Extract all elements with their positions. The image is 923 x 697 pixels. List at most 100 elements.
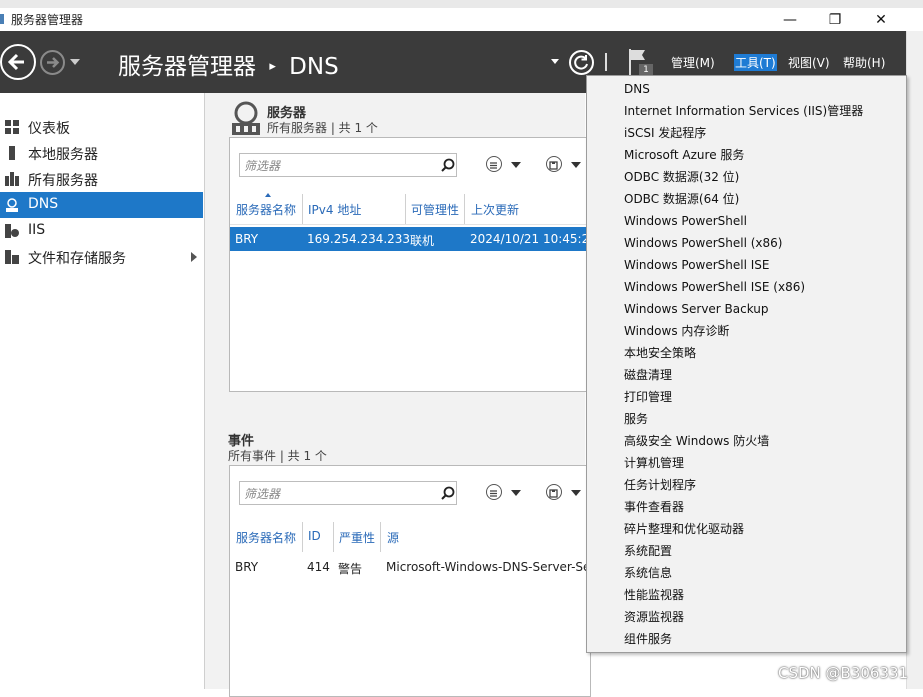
iis-icon [5, 224, 19, 238]
sidebar-item-label: 文件和存储服务 [28, 251, 126, 267]
column-divider[interactable] [333, 522, 334, 552]
menu-item-powershell-ise-x86[interactable]: Windows PowerShell ISE (x86) [624, 276, 805, 298]
save-query-button[interactable] [546, 484, 562, 500]
menu-item-dns[interactable]: DNS [624, 78, 650, 100]
column-header-server-name[interactable]: 服务器名称 [236, 201, 296, 218]
search-icon[interactable] [441, 158, 455, 172]
menu-item-event-viewer[interactable]: 事件查看器 [624, 496, 684, 518]
folder-icon [5, 250, 19, 264]
menu-item-system-information[interactable]: 系统信息 [624, 562, 672, 584]
list-view-button[interactable] [486, 156, 502, 172]
window-title: 服务器管理器 [11, 13, 84, 27]
menu-item-print-management[interactable]: 打印管理 [624, 386, 672, 408]
menu-item-powershell-ise[interactable]: Windows PowerShell ISE [624, 254, 770, 276]
sidebar-item-dns[interactable]: DNS [0, 192, 203, 218]
sidebar-item-iis[interactable]: IIS [0, 218, 203, 244]
column-divider[interactable] [405, 194, 406, 224]
list-view-dropdown-icon[interactable] [511, 490, 521, 496]
menu-item-system-configuration[interactable]: 系统配置 [624, 540, 672, 562]
menu-item-powershell-x86[interactable]: Windows PowerShell (x86) [624, 232, 782, 254]
column-header-server-name[interactable]: 服务器名称 [236, 529, 296, 546]
menu-item-server-backup[interactable]: Windows Server Backup [624, 298, 769, 320]
column-header-last-update[interactable]: 上次更新 [471, 201, 519, 218]
save-query-dropdown-icon[interactable] [571, 490, 581, 496]
column-header-manageability[interactable]: 可管理性 [411, 201, 459, 218]
sidebar-item-dashboard[interactable]: 仪表板 [0, 114, 203, 140]
save-query-button[interactable] [546, 156, 562, 172]
column-header-ipv4[interactable]: IPv4 地址 [308, 201, 361, 218]
menu-item-iscsi-initiator[interactable]: iSCSI 发起程序 [624, 122, 706, 144]
list-view-dropdown-icon[interactable] [511, 162, 521, 168]
menu-item-component-services[interactable]: 组件服务 [624, 628, 672, 650]
close-button[interactable]: ✕ [866, 10, 896, 30]
breadcrumb: 服务器管理器 ▸ DNS [118, 47, 339, 81]
forward-button[interactable] [40, 50, 65, 75]
menu-item-powershell[interactable]: Windows PowerShell [624, 210, 747, 232]
column-header-severity[interactable]: 严重性 [339, 529, 375, 546]
minimize-button[interactable]: — [775, 10, 805, 30]
column-divider[interactable] [464, 194, 465, 224]
sidebar-item-label: 所有服务器 [28, 173, 98, 189]
sidebar-item-label: 本地服务器 [28, 147, 98, 163]
expand-chevron-icon[interactable] [191, 252, 197, 262]
sidebar-item-label: IIS [28, 222, 46, 238]
back-button[interactable] [0, 44, 36, 80]
tab-strip [0, 0, 923, 8]
sidebar-item-file-storage[interactable]: 文件和存储服务 [0, 244, 203, 270]
menu-item-local-security-policy[interactable]: 本地安全策略 [624, 342, 696, 364]
tools-menu: DNS Internet Information Services (IIS)管… [586, 75, 907, 653]
servers-section-icon [232, 101, 260, 135]
refresh-icon [574, 55, 588, 70]
menu-item-computer-management[interactable]: 计算机管理 [624, 452, 684, 474]
server-icon [9, 146, 15, 160]
menu-item-disk-cleanup[interactable]: 磁盘清理 [624, 364, 672, 386]
breadcrumb-separator-icon: ▸ [269, 59, 276, 74]
filter-placeholder: 筛选器 [244, 487, 281, 501]
menu-item-services[interactable]: 服务 [624, 408, 648, 430]
breadcrumb-current: DNS [289, 54, 339, 80]
cell-source: Microsoft-Windows-DNS-Server-Se [386, 560, 590, 574]
menu-item-task-scheduler[interactable]: 任务计划程序 [624, 474, 696, 496]
sidebar-item-label: 仪表板 [28, 121, 70, 137]
menu-item-odbc-32[interactable]: ODBC 数据源(32 位) [624, 166, 739, 188]
restore-button[interactable]: ❐ [820, 10, 850, 30]
column-header-id[interactable]: ID [308, 529, 321, 543]
column-divider[interactable] [302, 522, 303, 552]
breadcrumb-root[interactable]: 服务器管理器 [118, 54, 256, 80]
menu-view[interactable]: 视图(V) [788, 54, 830, 71]
column-divider[interactable] [380, 522, 381, 552]
menu-item-firewall[interactable]: 高级安全 Windows 防火墙 [624, 430, 769, 452]
sidebar-item-all-servers[interactable]: 所有服务器 [0, 166, 203, 192]
table-row[interactable]: BRY 169.254.234.233 联机 2024/10/21 10:45:… [230, 227, 597, 251]
column-divider[interactable] [302, 194, 303, 224]
list-view-button[interactable] [486, 484, 502, 500]
save-icon [549, 489, 558, 498]
menu-item-odbc-64[interactable]: ODBC 数据源(64 位) [624, 188, 739, 210]
column-header-source[interactable]: 源 [387, 529, 399, 546]
header-divider [605, 53, 607, 71]
watermark: CSDN @B306331 [778, 664, 909, 682]
refresh-dropdown-icon[interactable] [551, 59, 559, 64]
table-row[interactable]: BRY 414 警告 Microsoft-Windows-DNS-Server-… [230, 555, 590, 579]
menu-item-performance-monitor[interactable]: 性能监视器 [624, 584, 684, 606]
servers-filter-input[interactable]: 筛选器 [239, 153, 457, 177]
list-icon [490, 162, 497, 169]
menu-help[interactable]: 帮助(H) [843, 54, 885, 71]
menu-tools[interactable]: 工具(T) [734, 54, 777, 71]
menu-item-memory-diagnostic[interactable]: Windows 内存诊断 [624, 320, 729, 342]
history-dropdown-icon[interactable] [70, 59, 80, 65]
menu-item-defragment[interactable]: 碎片整理和优化驱动器 [624, 518, 744, 540]
menu-item-iis-manager[interactable]: Internet Information Services (IIS)管理器 [624, 100, 863, 122]
menu-manage[interactable]: 管理(M) [671, 54, 715, 71]
search-icon[interactable] [441, 486, 455, 500]
app-icon [0, 14, 4, 24]
refresh-button[interactable] [569, 50, 594, 75]
menu-item-resource-monitor[interactable]: 资源监视器 [624, 606, 684, 628]
events-filter-input[interactable]: 筛选器 [239, 481, 457, 505]
menu-item-azure-services[interactable]: Microsoft Azure 服务 [624, 144, 744, 166]
sidebar-item-local-server[interactable]: 本地服务器 [0, 140, 203, 166]
save-icon [549, 161, 558, 170]
list-icon [490, 490, 497, 497]
save-query-dropdown-icon[interactable] [571, 162, 581, 168]
servers-section-subtitle: 所有服务器 | 共 1 个 [267, 121, 378, 135]
